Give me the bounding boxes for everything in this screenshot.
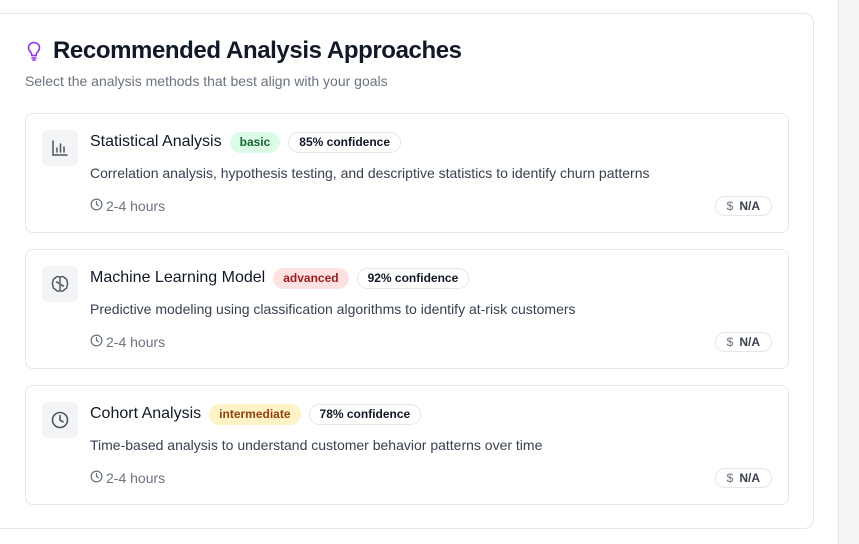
clock-icon: [90, 198, 103, 214]
approach-card-machine-learning-model[interactable]: Machine Learning Model advanced 92% conf…: [25, 249, 789, 369]
panel-header: Recommended Analysis Approaches Select t…: [25, 37, 462, 89]
approach-name: Statistical Analysis: [90, 133, 222, 150]
cost-badge: $ N/A: [714, 332, 772, 352]
dollar-icon: $: [726, 471, 734, 485]
dollar-icon: $: [726, 199, 734, 213]
confidence-badge: 92% confidence: [356, 267, 470, 289]
cost-badge: $ N/A: [714, 196, 772, 216]
approach-name: Cohort Analysis: [90, 405, 202, 422]
clock-icon: [90, 334, 103, 350]
approach-description: Correlation analysis, hypothesis testing…: [90, 165, 650, 181]
page-subtitle: Select the analysis methods that best al…: [25, 73, 388, 89]
confidence-badge: 78% confidence: [308, 403, 422, 425]
duration: 2-4 hours: [90, 198, 165, 214]
duration: 2-4 hours: [90, 470, 165, 486]
level-badge: basic: [229, 131, 281, 153]
brain-icon: [42, 266, 78, 302]
duration-text: 2-4 hours: [106, 198, 166, 214]
clock-icon: [90, 470, 103, 486]
cost-value: N/A: [739, 471, 760, 485]
cost-value: N/A: [739, 199, 760, 213]
dollar-icon: $: [726, 335, 734, 349]
approach-description: Time-based analysis to understand custom…: [90, 437, 543, 453]
confidence-badge: 85% confidence: [288, 131, 401, 153]
approach-name: Machine Learning Model: [90, 269, 266, 286]
cost-value: N/A: [739, 335, 760, 349]
approach-card-cohort-analysis[interactable]: Cohort Analysis intermediate 78% confide…: [25, 385, 789, 505]
level-badge: intermediate: [209, 403, 301, 425]
level-badge: advanced: [273, 267, 349, 289]
duration-text: 2-4 hours: [106, 470, 166, 486]
bar-chart-icon: [42, 130, 78, 166]
duration-text: 2-4 hours: [106, 334, 166, 350]
cost-badge: $ N/A: [714, 468, 772, 488]
duration: 2-4 hours: [90, 334, 165, 350]
clock-icon: [42, 402, 78, 438]
page-scroll-rail: [838, 0, 859, 544]
lightbulb-icon: [25, 40, 43, 62]
recommended-approaches-panel: Recommended Analysis Approaches Select t…: [0, 13, 814, 529]
approach-card-statistical-analysis[interactable]: Statistical Analysis basic 85% confidenc…: [25, 113, 789, 233]
page-title: Recommended Analysis Approaches: [53, 37, 462, 64]
approach-description: Predictive modeling using classification…: [90, 301, 576, 317]
